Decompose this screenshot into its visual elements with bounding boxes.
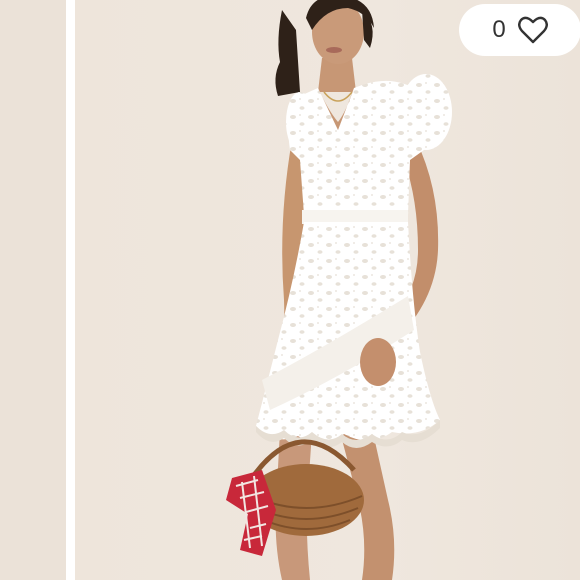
product-photo[interactable] bbox=[75, 0, 580, 580]
heart-outline-icon bbox=[517, 16, 548, 44]
photo-divider bbox=[66, 0, 75, 580]
dress-sleeve-right bbox=[400, 74, 452, 150]
model-lips bbox=[326, 47, 342, 53]
model-necklace bbox=[323, 91, 353, 102]
like-count: 0 bbox=[492, 16, 506, 43]
like-button[interactable]: 0 bbox=[459, 4, 580, 56]
product-photo-viewer: 0 bbox=[0, 0, 580, 580]
dress-sleeve-left bbox=[286, 92, 314, 152]
model-hand bbox=[360, 338, 396, 386]
dress-waistband bbox=[302, 210, 408, 224]
previous-photo-edge[interactable] bbox=[0, 0, 66, 580]
model-hair-back bbox=[275, 10, 300, 96]
